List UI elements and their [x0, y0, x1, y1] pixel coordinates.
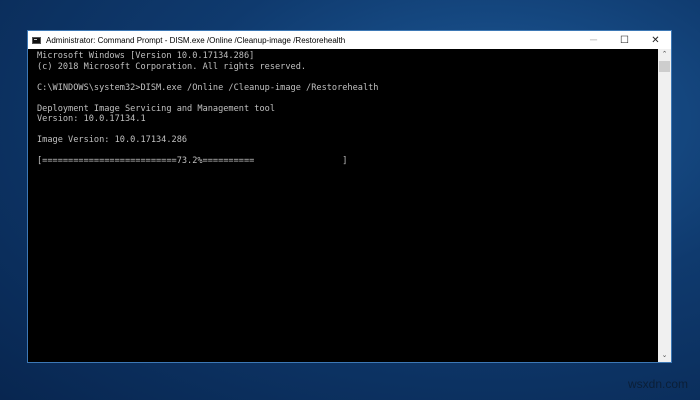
- progress-line: [==========================73.2%========…: [37, 156, 348, 166]
- minimize-button[interactable]: ─: [578, 31, 609, 49]
- cmd-icon: [32, 36, 41, 44]
- console-line: Microsoft Windows [Version 10.0.17134.28…: [37, 51, 255, 61]
- watermark: wsxdn.com: [628, 377, 689, 391]
- window-title: Administrator: Command Prompt - DISM.exe…: [46, 35, 346, 45]
- close-button[interactable]: ✕: [640, 31, 671, 49]
- maximize-button[interactable]: ☐: [609, 31, 640, 49]
- console-line: Image Version: 10.0.17134.286: [37, 135, 188, 145]
- console-line: C:\WINDOWS\system32>DISM.exe /Online /Cl…: [37, 82, 379, 93]
- command-prompt-window[interactable]: Administrator: Command Prompt - DISM.exe…: [27, 30, 672, 363]
- scroll-down-icon[interactable]: ⌄: [658, 350, 671, 362]
- scroll-thumb[interactable]: [659, 61, 670, 72]
- title-bar[interactable]: Administrator: Command Prompt - DISM.exe…: [28, 31, 671, 49]
- console-output[interactable]: Microsoft Windows [Version 10.0.17134.28…: [28, 49, 658, 362]
- console-line: Deployment Image Servicing and Managemen…: [37, 103, 275, 114]
- vertical-scrollbar[interactable]: ⌃ ⌄: [658, 49, 671, 362]
- console-line: Version: 10.0.17134.1: [37, 114, 146, 124]
- console-line: (c) 2018 Microsoft Corporation. All righ…: [37, 61, 307, 72]
- scroll-up-icon[interactable]: ⌃: [658, 49, 671, 61]
